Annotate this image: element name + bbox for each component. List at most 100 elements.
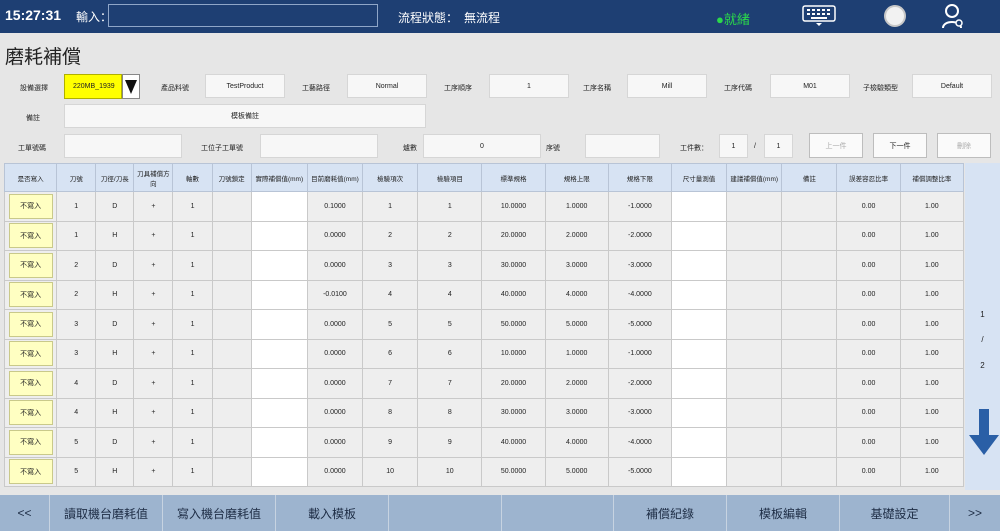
cell-actual[interactable] <box>250 191 308 222</box>
prev-page-button[interactable]: << <box>0 495 50 531</box>
cell-adj: 1.00 <box>899 191 965 222</box>
cell-actual[interactable] <box>250 250 308 281</box>
cell-lock[interactable] <box>211 191 252 222</box>
cell-lock[interactable] <box>211 220 252 251</box>
order-field[interactable] <box>64 134 182 158</box>
cell-actual[interactable] <box>250 397 308 428</box>
comp-record-button[interactable]: 補償紀錄 <box>614 495 727 531</box>
next-page-button[interactable]: >> <box>950 495 1000 531</box>
sub-order-field[interactable] <box>260 134 378 158</box>
blank-button-1[interactable] <box>389 495 502 531</box>
cell-note[interactable] <box>781 456 838 487</box>
cell-actual[interactable] <box>250 427 308 458</box>
cell-actual[interactable] <box>250 368 308 399</box>
cell-dir: + <box>133 338 174 369</box>
cell-axis: 1 <box>172 279 213 310</box>
cell-actual[interactable] <box>250 338 308 369</box>
blank-button-2[interactable] <box>502 495 614 531</box>
user-icon[interactable] <box>941 3 965 30</box>
write-cell: 不寫入 <box>3 309 58 340</box>
cell-lock[interactable] <box>211 279 252 310</box>
write-toggle-button[interactable]: 不寫入 <box>8 429 53 455</box>
cell-std: 10.0000 <box>481 338 546 369</box>
cell-lock[interactable] <box>211 309 252 340</box>
basic-setting-button[interactable]: 基礎設定 <box>840 495 950 531</box>
note-field[interactable]: 模板備註 <box>64 104 426 128</box>
cell-measure[interactable] <box>670 427 728 458</box>
arrow-down-icon[interactable] <box>969 409 999 455</box>
cell-note[interactable] <box>781 191 838 222</box>
cell-measure[interactable] <box>670 250 728 281</box>
prev-piece-button[interactable]: 上一件 <box>809 133 863 158</box>
cell-note[interactable] <box>781 309 838 340</box>
cell-dir: + <box>133 279 174 310</box>
work-current-field[interactable]: 1 <box>719 134 748 158</box>
cell-measure[interactable] <box>670 309 728 340</box>
write-toggle-button[interactable]: 不寫入 <box>8 370 53 396</box>
cell-lock[interactable] <box>211 456 252 487</box>
path-field[interactable]: Normal <box>347 74 427 98</box>
proc-code-field[interactable]: M01 <box>770 74 850 98</box>
equipment-dropdown-button[interactable] <box>122 74 140 99</box>
cell-note[interactable] <box>781 397 838 428</box>
cell-lock[interactable] <box>211 397 252 428</box>
cell-type: H <box>95 456 135 487</box>
cell-measure[interactable] <box>670 368 728 399</box>
write-toggle-button[interactable]: 不寫入 <box>8 282 53 308</box>
circle-button-icon[interactable] <box>884 5 906 27</box>
template-edit-button[interactable]: 模板編輯 <box>727 495 840 531</box>
write-toggle-button[interactable]: 不寫入 <box>8 459 53 485</box>
load-template-button[interactable]: 載入模板 <box>276 495 389 531</box>
compensation-table: 是否寫入 刀號 刀徑/刀長 刀具補償方向 軸數 刀號鎖定 實際補償值(mm) 目前磨耗值(mm… <box>3 163 965 487</box>
cell-measure[interactable] <box>670 191 728 222</box>
table-row: 不寫入 2 H +1 -0.0100 4 4 40.0000 4.0000 -4.0000 0.00… <box>3 279 965 310</box>
cell-lock[interactable] <box>211 338 252 369</box>
cell-tol: 0.00 <box>836 220 901 251</box>
write-cell: 不寫入 <box>3 220 58 251</box>
cell-lock[interactable] <box>211 427 252 458</box>
equipment-select[interactable]: 220MB_1939 <box>64 74 122 99</box>
cell-upper: 3.0000 <box>544 397 609 428</box>
cell-dir: + <box>133 427 174 458</box>
cell-lock[interactable] <box>211 250 252 281</box>
write-wear-button[interactable]: 寫入機台磨耗值 <box>163 495 276 531</box>
write-toggle-button[interactable]: 不寫入 <box>8 193 53 219</box>
command-input[interactable] <box>108 4 378 27</box>
cell-measure[interactable] <box>670 397 728 428</box>
cell-actual[interactable] <box>250 456 308 487</box>
cell-upper: 5.0000 <box>544 309 609 340</box>
delete-button[interactable]: 刪除 <box>937 133 991 158</box>
cell-measure[interactable] <box>670 456 728 487</box>
sub-type-field[interactable]: Default <box>912 74 992 98</box>
cell-lock[interactable] <box>211 368 252 399</box>
cell-note[interactable] <box>781 427 838 458</box>
cell-note[interactable] <box>781 338 838 369</box>
proc-order-field[interactable]: 1 <box>489 74 569 98</box>
cell-note[interactable] <box>781 368 838 399</box>
cell-measure[interactable] <box>670 279 728 310</box>
next-piece-button[interactable]: 下一件 <box>873 133 927 158</box>
cell-actual[interactable] <box>250 309 308 340</box>
cell-measure[interactable] <box>670 338 728 369</box>
write-toggle-button[interactable]: 不寫入 <box>8 223 53 249</box>
seq-field[interactable] <box>585 134 660 158</box>
keyboard-icon[interactable] <box>802 5 836 27</box>
write-toggle-button[interactable]: 不寫入 <box>8 252 53 278</box>
cell-note[interactable] <box>781 279 838 310</box>
write-toggle-button[interactable]: 不寫入 <box>8 311 53 337</box>
cell-actual[interactable] <box>250 220 308 251</box>
lot-field[interactable]: 0 <box>423 134 541 158</box>
write-toggle-button[interactable]: 不寫入 <box>8 341 53 367</box>
cell-adj: 1.00 <box>899 250 965 281</box>
product-field[interactable]: TestProduct <box>205 74 285 98</box>
cell-item: 10 <box>417 456 483 487</box>
write-toggle-button[interactable]: 不寫入 <box>8 400 53 426</box>
cell-note[interactable] <box>781 250 838 281</box>
cell-actual[interactable] <box>250 279 308 310</box>
cell-measure[interactable] <box>670 220 728 251</box>
proc-name-field[interactable]: Mill <box>627 74 707 98</box>
read-wear-button[interactable]: 讀取機台磨耗值 <box>50 495 163 531</box>
column-header: 是否寫入 <box>3 163 58 192</box>
cell-note[interactable] <box>781 220 838 251</box>
cell-tol: 0.00 <box>836 427 901 458</box>
